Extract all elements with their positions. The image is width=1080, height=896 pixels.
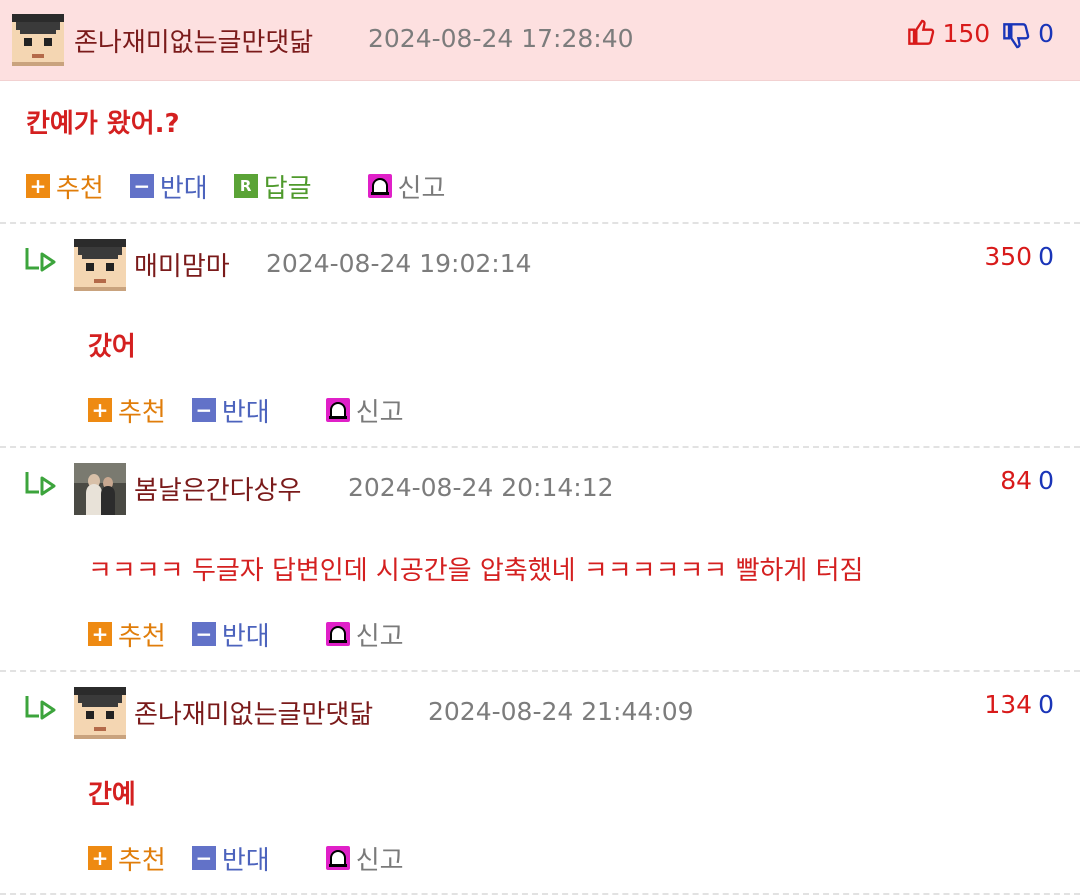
nickname[interactable]: 봄날은간다상우 bbox=[134, 470, 301, 507]
divider bbox=[0, 446, 1080, 448]
recommend-button[interactable]: + 추천 bbox=[88, 840, 166, 877]
nickname[interactable]: 매미맘마 bbox=[134, 246, 230, 283]
comment-text: 갔어 bbox=[88, 332, 136, 362]
photo-avatar-icon[interactable] bbox=[74, 463, 126, 515]
divider bbox=[0, 670, 1080, 672]
upvote-count: 84 bbox=[1000, 466, 1033, 495]
recommend-button[interactable]: + 추천 bbox=[88, 392, 166, 429]
timestamp: 2024-08-24 20:14:12 bbox=[348, 473, 614, 502]
divider bbox=[0, 893, 1080, 895]
downvote-count: 0 bbox=[1038, 19, 1054, 48]
pixel-avatar-icon[interactable] bbox=[12, 14, 64, 66]
siren-icon bbox=[325, 398, 350, 422]
timestamp: 2024-08-24 17:28:40 bbox=[368, 24, 634, 53]
report-button[interactable]: 신고 bbox=[325, 616, 404, 653]
minus-icon: − bbox=[191, 398, 216, 422]
comment-actions: + 추천 − 반대 신고 bbox=[88, 616, 430, 653]
oppose-button[interactable]: − 반대 bbox=[191, 840, 270, 877]
timestamp: 2024-08-24 19:02:14 bbox=[266, 249, 532, 278]
thumbs-up-icon[interactable] bbox=[907, 18, 935, 46]
report-button[interactable]: 신고 bbox=[367, 168, 445, 205]
pixel-avatar-icon[interactable] bbox=[74, 239, 126, 291]
thumbs-down-icon[interactable] bbox=[1002, 22, 1030, 50]
minus-icon: − bbox=[191, 622, 216, 646]
comment-text: ㅋㅋㅋㅋ 두글자 답변인데 시공간을 압축했네 ㅋㅋㅋㅋㅋㅋ 빨하게 터짐 bbox=[88, 556, 864, 586]
upvote-count: 350 bbox=[984, 242, 1033, 271]
plus-icon: + bbox=[26, 174, 50, 198]
comment-thread: 존나재미없는글만댓닮 2024-08-24 17:28:40 150 0 칸예가… bbox=[0, 0, 1080, 896]
pixel-avatar-icon[interactable] bbox=[74, 687, 126, 739]
comment-actions: + 추천 − 반대 신고 bbox=[88, 840, 430, 877]
oppose-button[interactable]: − 반대 bbox=[191, 392, 270, 429]
comment-text: 간예 bbox=[88, 780, 136, 810]
recommend-button[interactable]: + 추천 bbox=[88, 616, 166, 653]
report-button[interactable]: 신고 bbox=[325, 392, 404, 429]
recommend-button[interactable]: + 추천 bbox=[26, 168, 104, 205]
timestamp: 2024-08-24 21:44:09 bbox=[428, 697, 694, 726]
plus-icon: + bbox=[88, 622, 112, 646]
vote-count: 134 0 bbox=[984, 690, 1054, 719]
report-button[interactable]: 신고 bbox=[325, 840, 404, 877]
siren-icon bbox=[325, 846, 350, 870]
downvote-count: 0 bbox=[1038, 466, 1054, 495]
comment-actions: + 추천 − 반대 R 답글 신고 bbox=[26, 168, 471, 205]
nickname[interactable]: 존나재미없는글만댓닮 bbox=[134, 694, 373, 731]
oppose-button[interactable]: − 반대 bbox=[129, 168, 208, 205]
divider bbox=[0, 222, 1080, 224]
vote-count: 150 0 bbox=[907, 18, 1054, 50]
downvote-count: 0 bbox=[1038, 690, 1054, 719]
minus-icon: − bbox=[191, 846, 216, 870]
parent-comment-header: 존나재미없는글만댓닮 2024-08-24 17:28:40 150 0 bbox=[0, 0, 1080, 81]
upvote-count: 134 bbox=[984, 690, 1033, 719]
oppose-button[interactable]: − 반대 bbox=[191, 616, 270, 653]
nickname[interactable]: 존나재미없는글만댓닮 bbox=[74, 22, 313, 59]
siren-icon bbox=[325, 622, 350, 646]
vote-count: 350 0 bbox=[984, 242, 1054, 271]
reply-r-icon: R bbox=[233, 174, 258, 198]
plus-icon: + bbox=[88, 846, 112, 870]
minus-icon: − bbox=[129, 174, 154, 198]
siren-icon bbox=[367, 174, 392, 198]
downvote-count: 0 bbox=[1038, 242, 1054, 271]
reply-arrow-icon bbox=[25, 472, 56, 496]
upvote-count: 150 bbox=[942, 19, 991, 48]
reply-button[interactable]: R 답글 bbox=[233, 168, 312, 205]
comment-text: 칸예가 왔어.? bbox=[26, 109, 180, 139]
reply-arrow-icon bbox=[25, 248, 56, 272]
comment-actions: + 추천 − 반대 신고 bbox=[88, 392, 430, 429]
plus-icon: + bbox=[88, 398, 112, 422]
reply-arrow-icon bbox=[25, 696, 56, 720]
vote-count: 84 0 bbox=[1000, 466, 1054, 495]
